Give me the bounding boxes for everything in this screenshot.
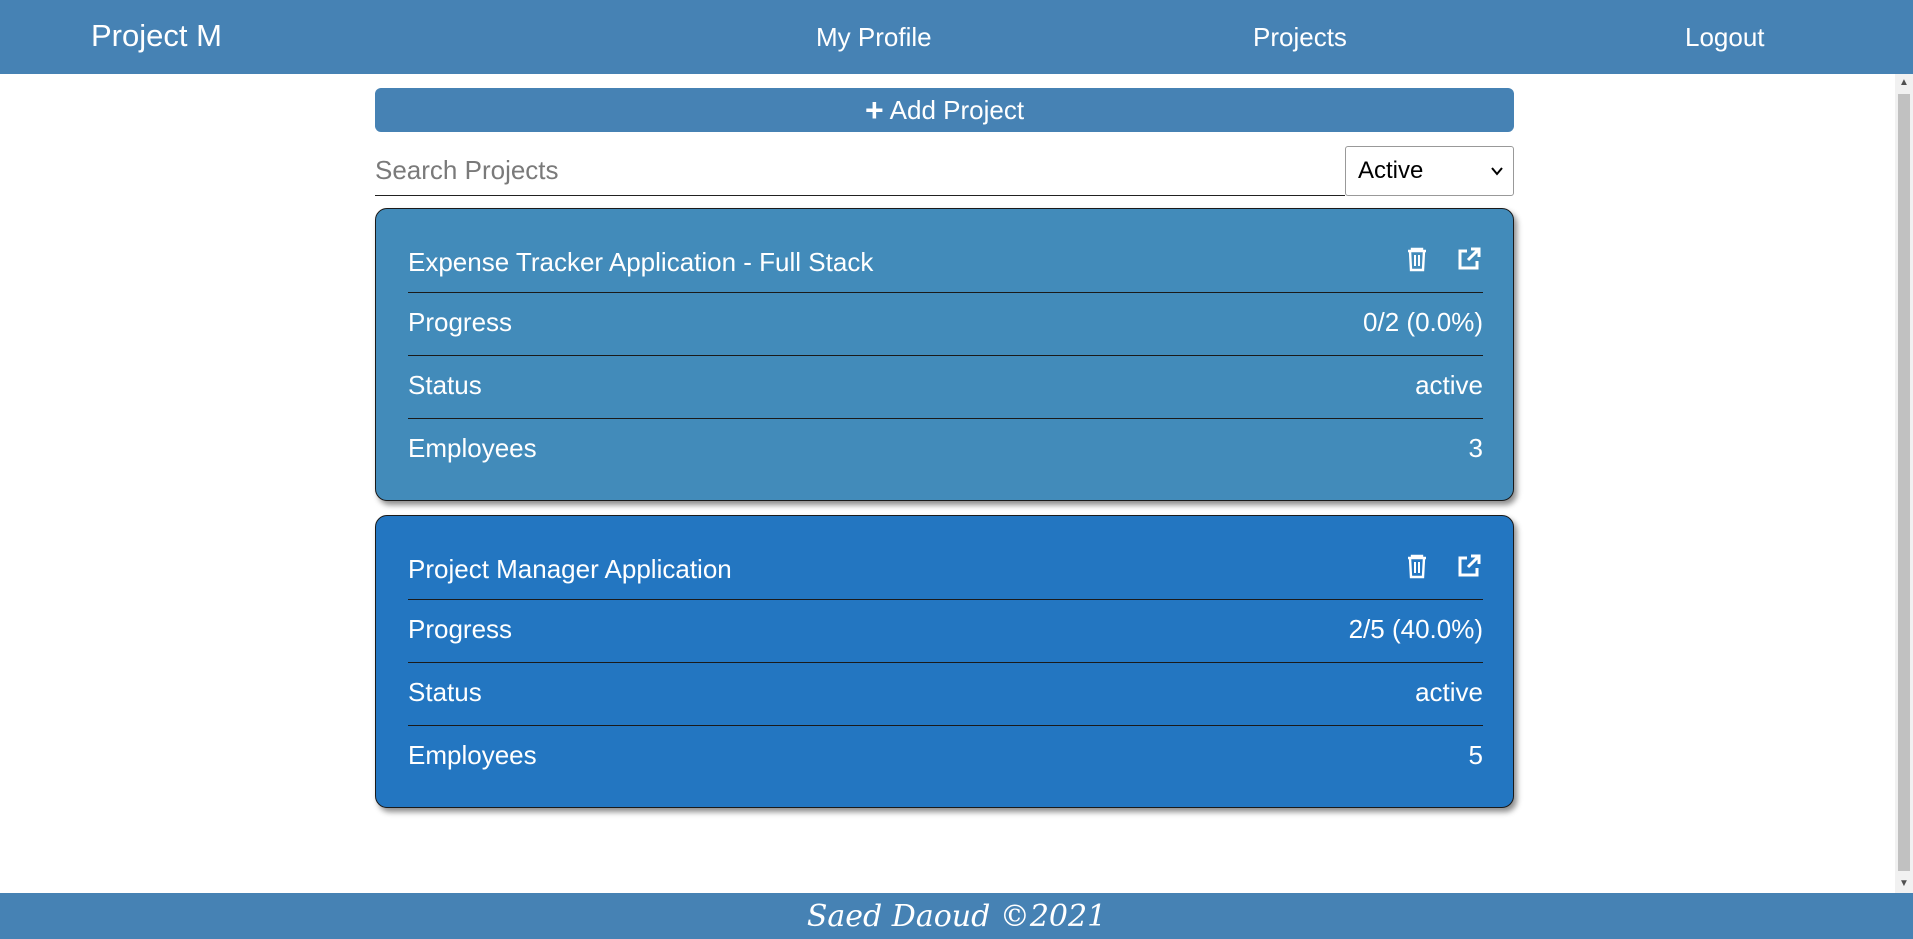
external-link-icon[interactable] bbox=[1455, 245, 1483, 273]
status-filter-value: Active bbox=[1358, 157, 1424, 184]
employees-label: Employees bbox=[408, 433, 537, 463]
status-label: Status bbox=[408, 370, 482, 400]
status-value: active bbox=[1415, 370, 1483, 400]
progress-row: Progress 0/2 (0.0%) bbox=[408, 292, 1483, 355]
employees-value: 5 bbox=[1468, 740, 1483, 770]
trash-icon[interactable] bbox=[1403, 245, 1431, 273]
footer: Saed Daoud ©2021 bbox=[0, 893, 1913, 939]
project-title[interactable]: Expense Tracker Application - Full Stack bbox=[408, 247, 873, 278]
employees-row: Employees 5 bbox=[408, 725, 1483, 788]
trash-icon[interactable] bbox=[1403, 552, 1431, 580]
status-row: Status active bbox=[408, 355, 1483, 418]
external-link-icon[interactable] bbox=[1455, 552, 1483, 580]
add-project-button[interactable]: + Add Project bbox=[375, 88, 1514, 132]
top-navbar: Project M My Profile Projects Logout bbox=[0, 0, 1913, 74]
chevron-down-icon bbox=[1491, 163, 1503, 179]
progress-row: Progress 2/5 (40.0%) bbox=[408, 599, 1483, 662]
nav-projects[interactable]: Projects bbox=[1253, 22, 1347, 53]
status-filter-select[interactable]: Active bbox=[1345, 146, 1514, 196]
add-project-label: Add Project bbox=[889, 94, 1025, 125]
progress-label: Progress bbox=[408, 307, 513, 337]
scroll-up-arrow-icon[interactable]: ▲ bbox=[1895, 74, 1913, 92]
progress-value: 0/2 (0.0%) bbox=[1363, 307, 1483, 337]
vertical-scrollbar[interactable]: ▲ ▼ bbox=[1895, 74, 1913, 893]
project-card: Project Manager Application Progress 2/5… bbox=[375, 515, 1514, 808]
footer-text: Saed Daoud ©2021 bbox=[806, 899, 1107, 934]
plus-icon: + bbox=[864, 92, 884, 128]
scroll-thumb[interactable] bbox=[1898, 94, 1910, 871]
progress-value: 2/5 (40.0%) bbox=[1348, 614, 1483, 644]
nav-my-profile[interactable]: My Profile bbox=[816, 22, 932, 53]
status-label: Status bbox=[408, 677, 482, 707]
status-row: Status active bbox=[408, 662, 1483, 725]
brand-logo[interactable]: Project M bbox=[91, 18, 222, 54]
project-card: Expense Tracker Application - Full Stack… bbox=[375, 208, 1514, 501]
project-title[interactable]: Project Manager Application bbox=[408, 554, 732, 585]
employees-label: Employees bbox=[408, 740, 537, 770]
employees-value: 3 bbox=[1468, 433, 1483, 463]
status-value: active bbox=[1415, 677, 1483, 707]
nav-logout[interactable]: Logout bbox=[1685, 22, 1765, 53]
employees-row: Employees 3 bbox=[408, 418, 1483, 481]
progress-label: Progress bbox=[408, 614, 513, 644]
search-projects-input[interactable] bbox=[375, 146, 1345, 196]
scroll-down-arrow-icon[interactable]: ▼ bbox=[1895, 875, 1913, 893]
